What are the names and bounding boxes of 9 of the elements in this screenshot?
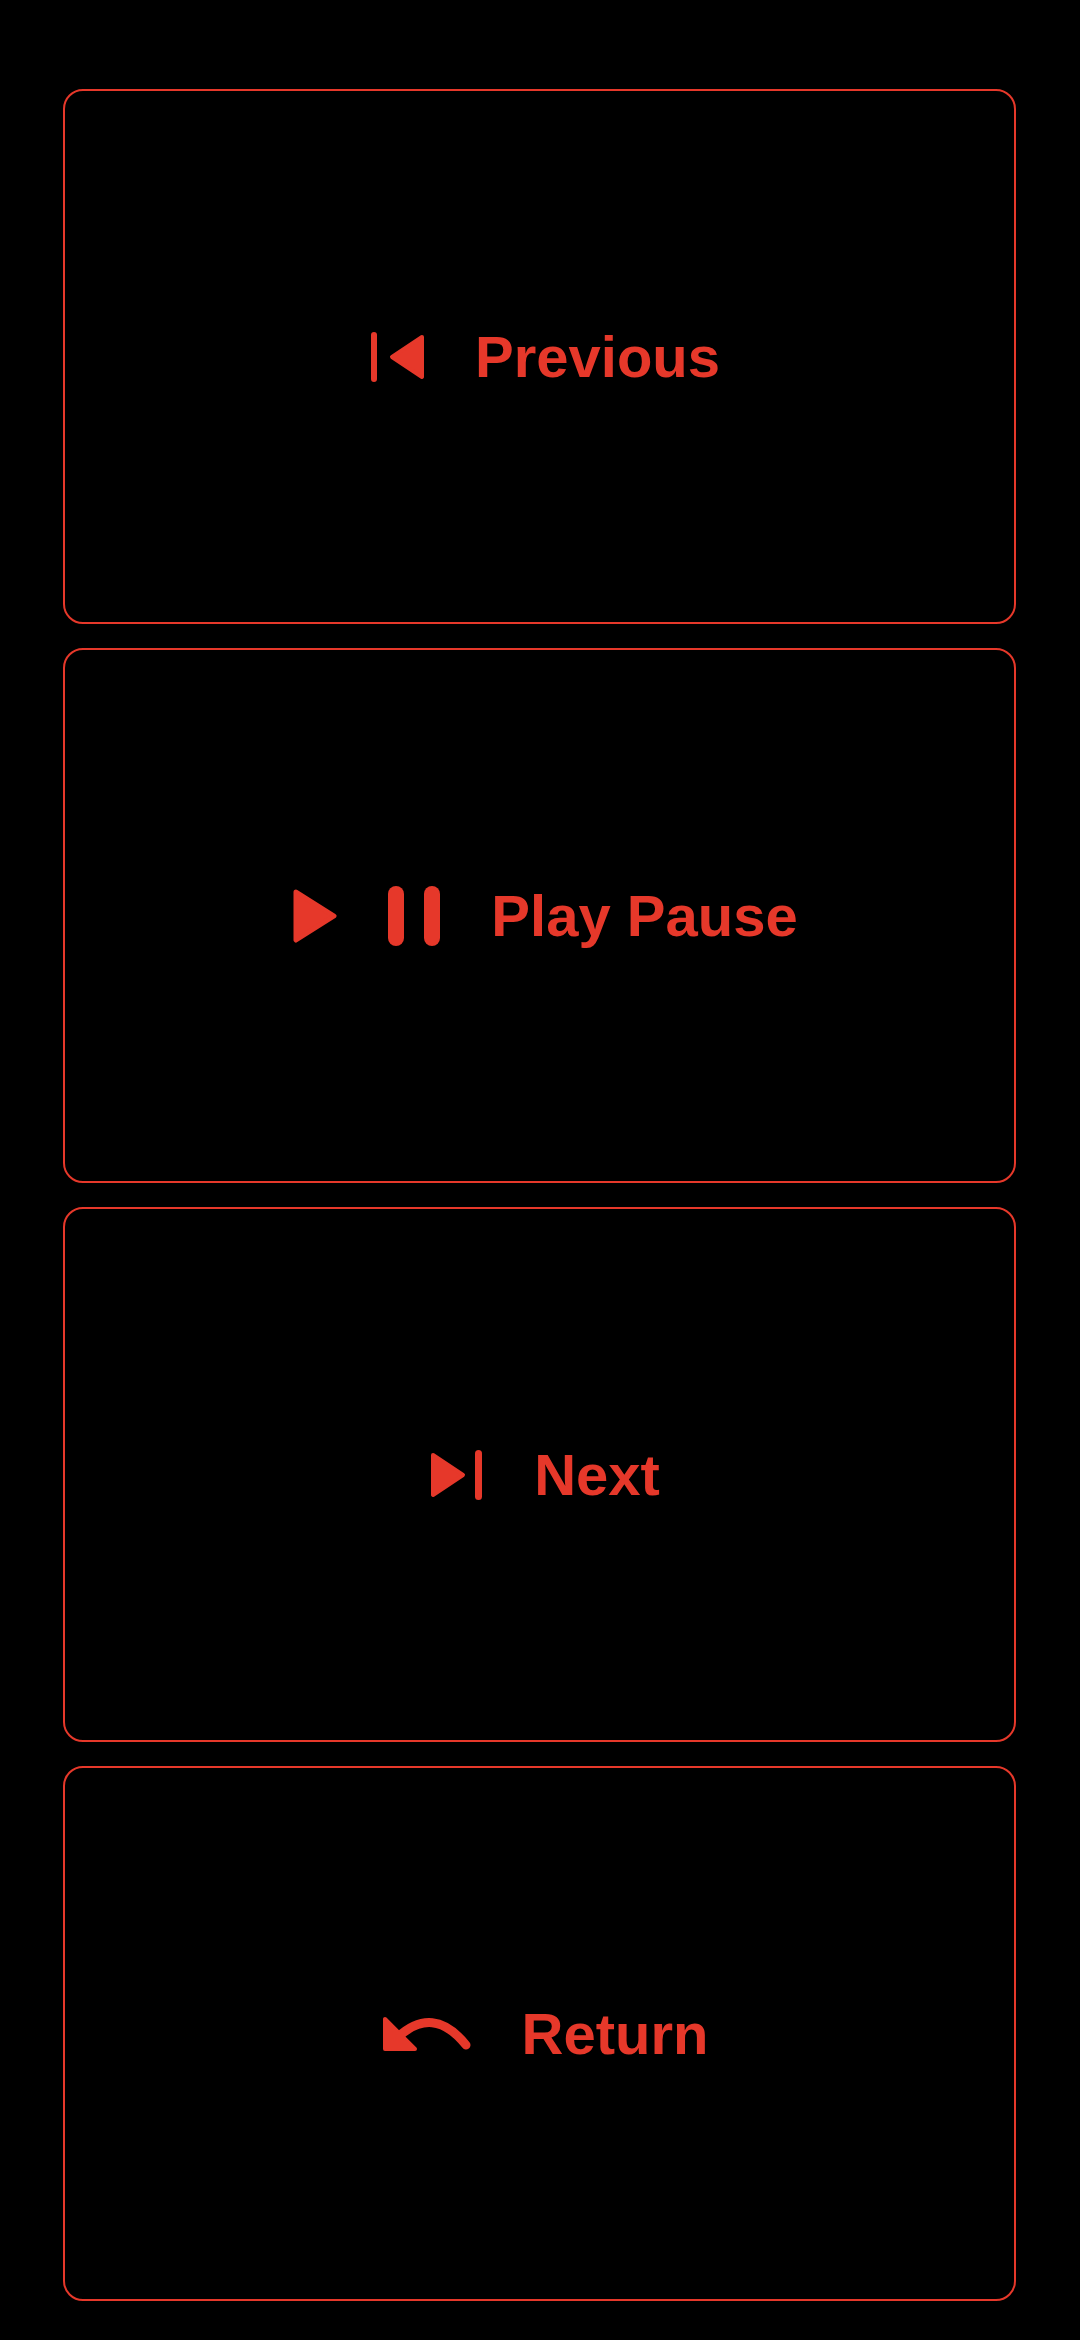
undo-icon: [382, 2015, 471, 2052]
play-icon: [293, 888, 338, 943]
skip-back-icon: [371, 331, 424, 382]
play-pause-button[interactable]: Play Pause: [63, 648, 1016, 1183]
previous-button[interactable]: Previous: [63, 89, 1016, 624]
skip-forward-icon: [431, 1449, 484, 1500]
pause-icon: [388, 885, 441, 946]
return-button[interactable]: Return: [63, 1766, 1016, 2301]
next-button[interactable]: Next: [63, 1207, 1016, 1742]
